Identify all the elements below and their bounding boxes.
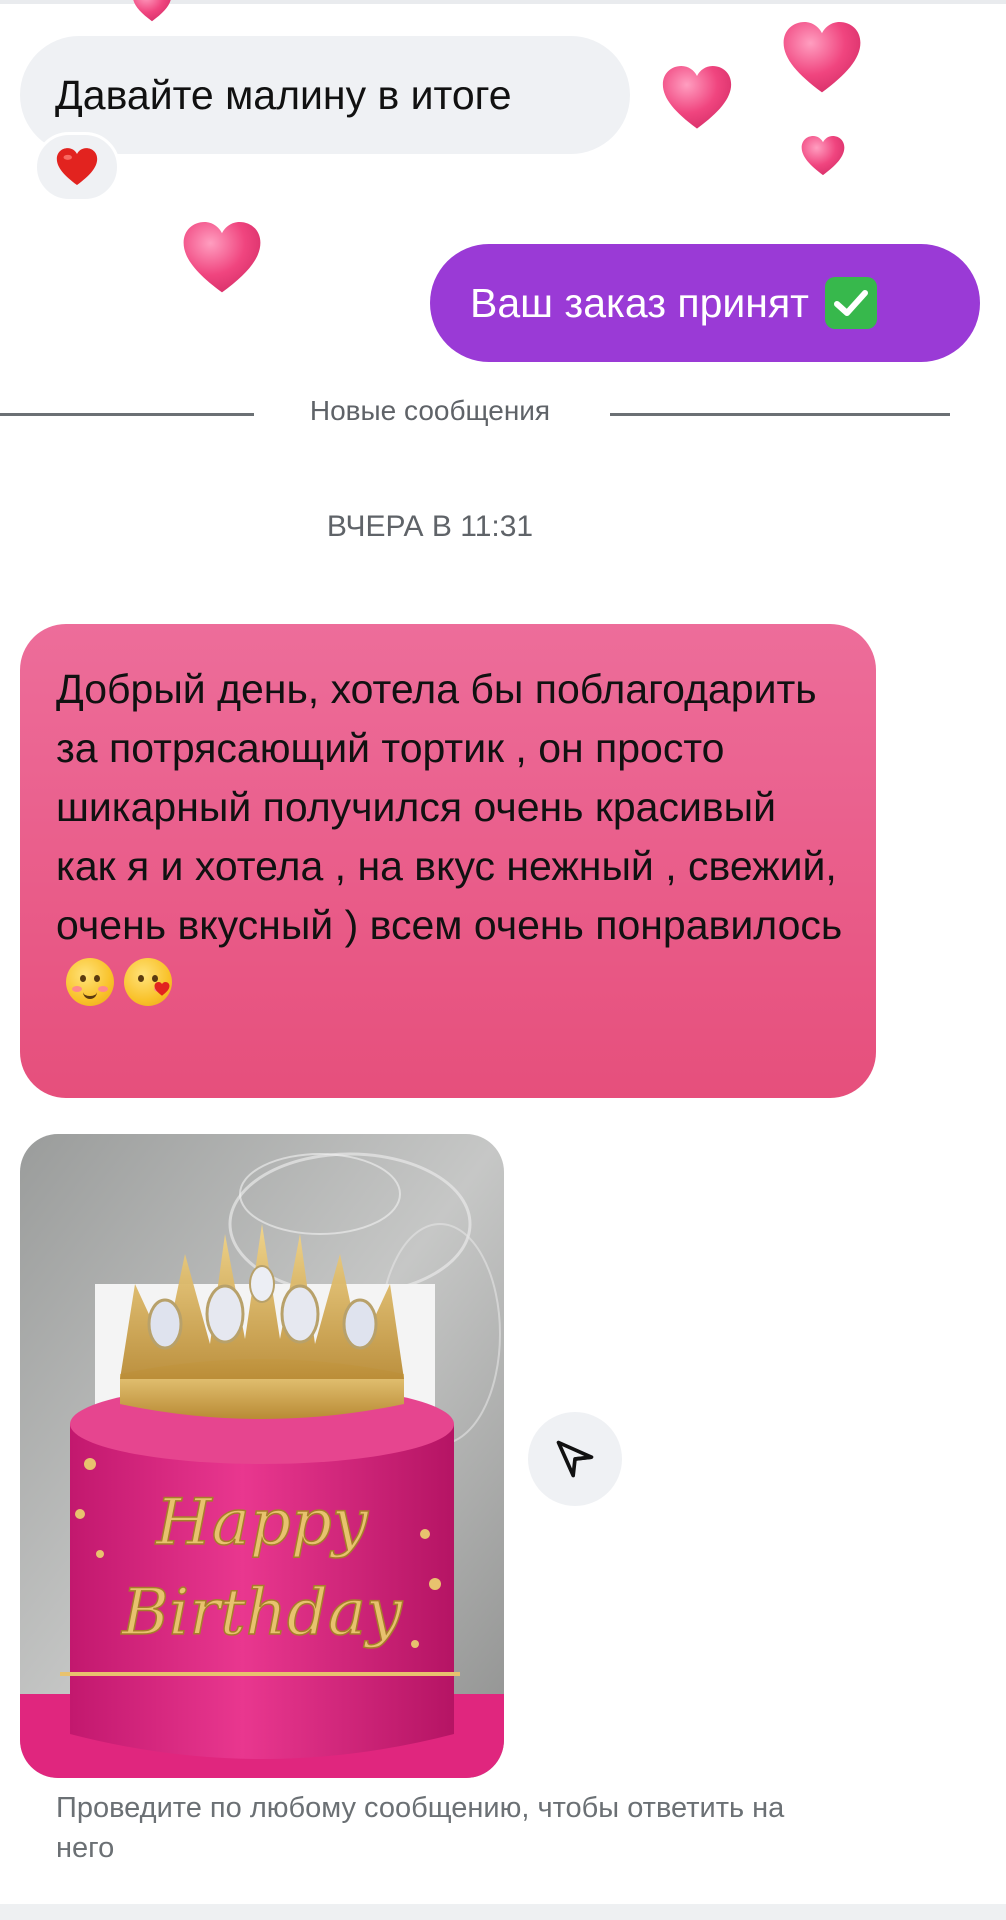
message-text: Ваш заказ принят bbox=[470, 279, 809, 326]
topper-text-happy: Happy bbox=[155, 1486, 369, 1560]
cake-photo-message[interactable]: Happy Birthday bbox=[20, 1134, 504, 1778]
incoming-message-bubble[interactable]: Давайте малину в итоге bbox=[20, 36, 630, 154]
floating-heart-icon bbox=[183, 222, 261, 293]
heart-emoji-icon bbox=[56, 148, 98, 186]
swipe-reply-hint: Проведите по любому сообщению, чтобы отв… bbox=[56, 1792, 785, 1864]
divider-line-right bbox=[610, 413, 950, 416]
check-mark-button-icon bbox=[824, 277, 877, 329]
floating-heart-icon bbox=[662, 66, 732, 129]
paper-plane-icon bbox=[556, 1440, 594, 1478]
divider-line-left bbox=[0, 413, 254, 416]
topper-text-birthday: Birthday bbox=[121, 1576, 403, 1650]
incoming-message-bubble-highlighted[interactable]: Добрый день, хотела бы поблагодарить за … bbox=[20, 624, 876, 1098]
floating-heart-icon bbox=[783, 22, 861, 93]
face-blowing-kiss-icon bbox=[124, 958, 172, 1006]
outgoing-message-bubble[interactable]: Ваш заказ принят bbox=[430, 244, 980, 362]
floating-heart-icon bbox=[133, 0, 171, 22]
message-timestamp: ВЧЕРА В 11:31 bbox=[326, 510, 534, 543]
cake-photo-image: Happy Birthday bbox=[20, 1134, 504, 1778]
share-button[interactable] bbox=[528, 1412, 622, 1506]
new-messages-divider-label: Новые сообщения bbox=[309, 395, 551, 426]
message-text: Давайте малину в итоге bbox=[55, 71, 512, 118]
message-text: Добрый день, хотела бы поблагодарить за … bbox=[56, 666, 843, 948]
floating-heart-icon bbox=[801, 136, 845, 176]
bottom-edge-strip bbox=[0, 1904, 1006, 1920]
message-reaction[interactable] bbox=[34, 132, 120, 202]
smiling-face-with-hearts-icon bbox=[66, 958, 114, 1006]
